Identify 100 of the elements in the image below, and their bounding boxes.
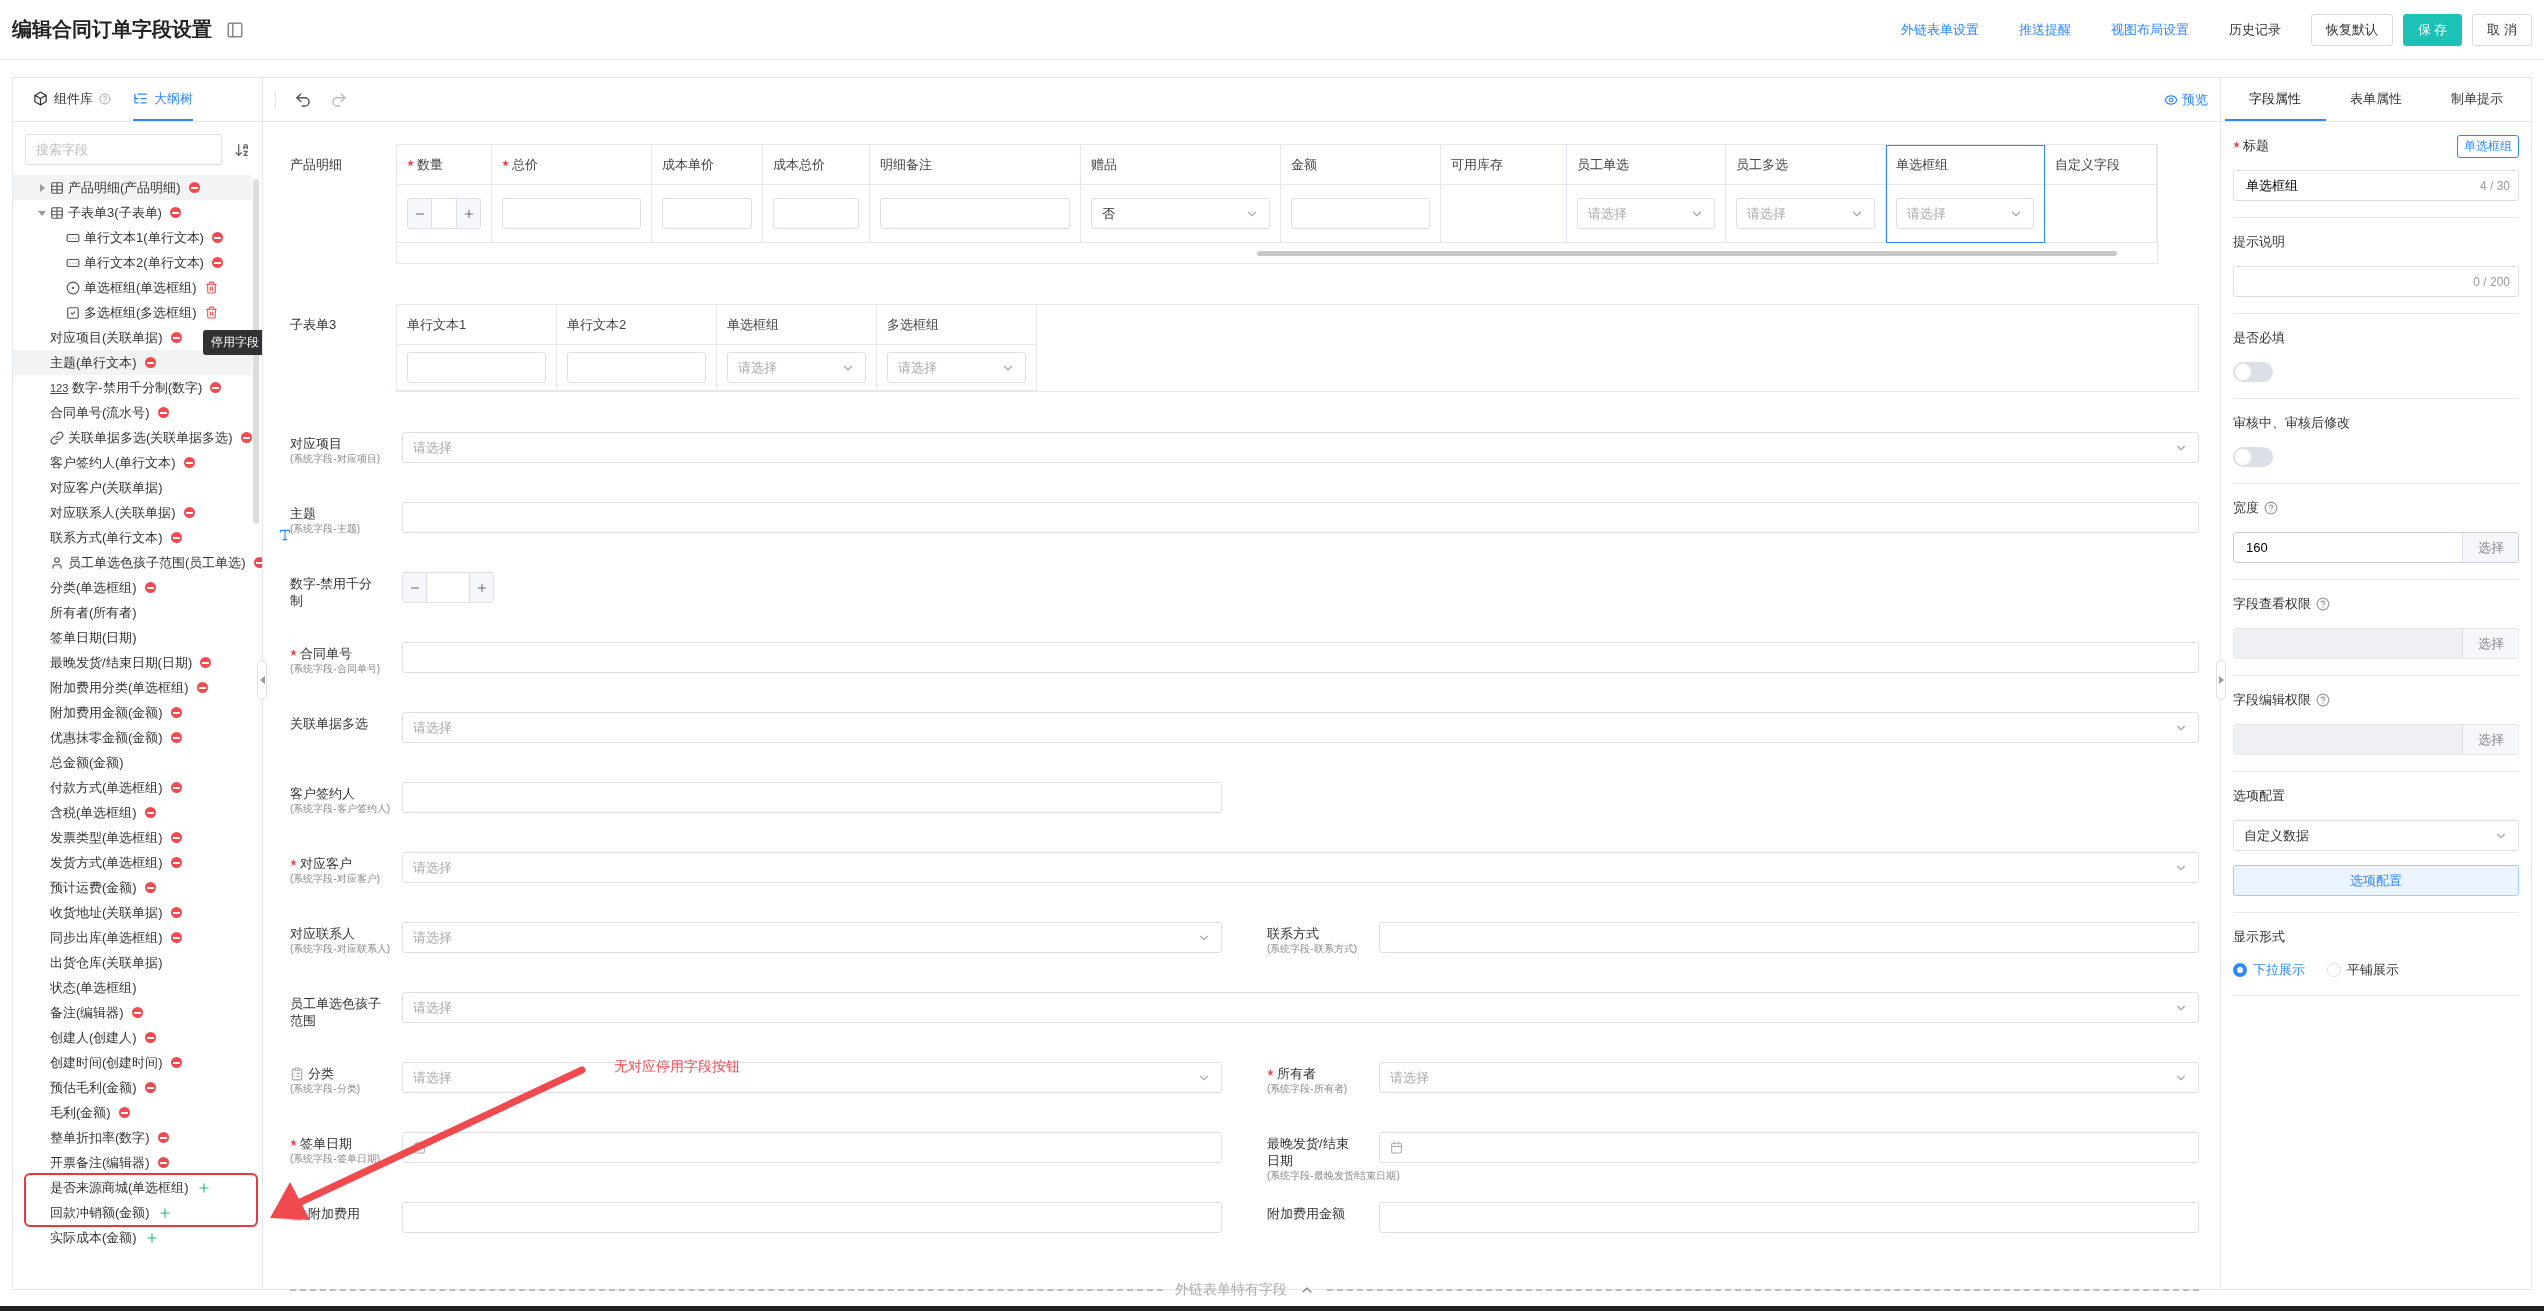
tree-item[interactable]: 附加费用分类(单选框组) — [13, 675, 252, 700]
trash-icon[interactable] — [204, 281, 218, 294]
table-column[interactable]: 单行文本2 — [557, 305, 717, 391]
table-column[interactable]: 总价 — [492, 145, 652, 243]
tree-item[interactable]: 单行文本2(单行文本) — [13, 250, 252, 275]
disable-icon[interactable] — [211, 232, 223, 243]
layout-icon[interactable] — [226, 20, 244, 39]
table-column[interactable]: 员工单选 请选择 — [1567, 145, 1726, 243]
disable-icon[interactable] — [253, 557, 262, 568]
disable-icon[interactable] — [170, 782, 182, 793]
tree-item[interactable]: 单选框组(单选框组) — [13, 275, 252, 300]
text-input[interactable] — [402, 502, 2199, 533]
text-input[interactable] — [402, 642, 2199, 673]
disable-icon[interactable] — [170, 857, 182, 868]
text-input[interactable] — [502, 198, 641, 229]
tree-item[interactable]: 123 数字-禁用千分制(数字) — [13, 375, 252, 400]
disable-icon[interactable] — [183, 507, 195, 518]
select-field[interactable]: 自定义数据 — [2233, 820, 2519, 851]
tree-item[interactable]: 子表单3(子表单) — [13, 200, 252, 225]
panel-tab[interactable]: 大纲树 — [133, 78, 193, 121]
trash-icon[interactable] — [204, 306, 218, 319]
text-input[interactable] — [407, 352, 546, 383]
text-field[interactable]: 160 选择 — [2233, 532, 2519, 563]
tree-item[interactable]: 备注(编辑器) — [13, 1000, 252, 1025]
table-column[interactable]: 成本总价 — [763, 145, 870, 243]
tree-item[interactable]: 含税(单选框组) — [13, 800, 252, 825]
table-column[interactable]: 自定义字段 — [2045, 145, 2157, 243]
panel-tab[interactable]: 字段属性 — [2225, 78, 2326, 121]
tree-item[interactable]: 所有者(所有者) — [13, 600, 252, 625]
tree-item[interactable]: 回款冲销额(金额) — [13, 1200, 252, 1225]
disable-icon[interactable] — [157, 1132, 169, 1143]
tree-item[interactable]: 实际成本(金额) — [13, 1225, 252, 1250]
disable-icon[interactable] — [118, 1107, 130, 1118]
tree-item[interactable]: 附加费用金额(金额) — [13, 700, 252, 725]
table-column[interactable]: 单选框组 请选择 — [1886, 145, 2045, 243]
increment-button[interactable] — [469, 573, 493, 602]
disable-icon[interactable] — [200, 657, 212, 668]
disable-icon[interactable] — [170, 907, 182, 918]
collapse-handle[interactable] — [2216, 660, 2226, 700]
disable-icon[interactable] — [170, 832, 182, 843]
decrement-button[interactable] — [403, 573, 427, 602]
table-column[interactable]: 数量 — [397, 145, 492, 243]
text-input[interactable] — [880, 198, 1070, 229]
history-link[interactable]: 历史记录 — [2228, 20, 2281, 39]
tree-item[interactable]: 预计运费(金额) — [13, 875, 252, 900]
text-input[interactable] — [1291, 198, 1430, 229]
tree-item[interactable]: 关联单据多选(关联单据多选) — [13, 425, 252, 450]
text-input[interactable] — [567, 352, 706, 383]
tree-item[interactable]: 对应客户(关联单据) — [13, 475, 252, 500]
tree-item[interactable]: 开票备注(编辑器) — [13, 1150, 252, 1175]
tree-item[interactable]: 对应联系人(关联单据) — [13, 500, 252, 525]
search-field[interactable]: 搜索字段 — [25, 134, 222, 165]
redo-icon[interactable] — [330, 90, 348, 109]
decrement-button[interactable] — [408, 199, 432, 228]
disable-icon[interactable] — [170, 1057, 182, 1068]
date-field[interactable] — [1379, 1132, 2199, 1163]
tree-item[interactable]: 出货仓库(关联单据) — [13, 950, 252, 975]
date-field[interactable] — [402, 1132, 1222, 1163]
tree-item[interactable]: 毛利(金额) — [13, 1100, 252, 1125]
header-link[interactable]: 视图布局设置 — [2110, 20, 2189, 39]
tree-item[interactable]: 同步出库(单选框组) — [13, 925, 252, 950]
panel-tab[interactable]: 表单属性 — [2325, 78, 2427, 121]
table-column[interactable]: 可用库存 — [1441, 145, 1567, 243]
radio-option[interactable]: 下拉展示 — [2233, 961, 2305, 979]
tree-item[interactable]: 签单日期(日期) — [13, 625, 252, 650]
disable-icon[interactable] — [170, 332, 182, 343]
tree-item[interactable]: 优惠抹零金额(金额) — [13, 725, 252, 750]
text-input[interactable] — [662, 198, 752, 229]
increment-button[interactable] — [456, 199, 480, 228]
tree-item[interactable]: 发票类型(单选框组) — [13, 825, 252, 850]
select-field[interactable]: 否 — [1091, 198, 1270, 229]
tree-item[interactable]: 付款方式(单选框组) — [13, 775, 252, 800]
table-column[interactable]: 多选框组 请选择 — [877, 305, 1037, 391]
disable-icon[interactable] — [157, 407, 169, 418]
text-input[interactable]: 160 — [2244, 533, 2462, 562]
tree-item[interactable]: 客户签约人(单行文本) — [13, 450, 252, 475]
disable-icon[interactable] — [170, 732, 182, 743]
disable-icon[interactable] — [210, 382, 222, 393]
preview-link[interactable]: 预览 — [2164, 90, 2208, 109]
tree-item[interactable]: 收货地址(关联单据) — [13, 900, 252, 925]
disable-icon[interactable] — [144, 357, 156, 368]
tree-item[interactable]: 预估毛利(金额) — [13, 1075, 252, 1100]
header-button[interactable]: 恢复默认 — [2310, 13, 2393, 46]
disable-icon[interactable] — [170, 932, 182, 943]
tree-item[interactable]: 总金额(金额) — [13, 750, 252, 775]
header-link[interactable]: 外链表单设置 — [1900, 20, 1979, 39]
header-button[interactable]: 取 消 — [2472, 13, 2532, 46]
tree-item[interactable]: 状态(单选框组) — [13, 975, 252, 1000]
header-link[interactable]: 推送提醒 — [2018, 20, 2071, 39]
disable-icon[interactable] — [144, 882, 156, 893]
disable-icon[interactable] — [183, 457, 195, 468]
collapse-handle[interactable] — [257, 660, 267, 700]
tree-item[interactable]: 分类(单选框组) — [13, 575, 252, 600]
undo-icon[interactable] — [294, 90, 312, 109]
caret-icon[interactable] — [38, 183, 46, 192]
tree-item[interactable]: 合同单号(流水号) — [13, 400, 252, 425]
disable-icon[interactable] — [144, 1082, 156, 1093]
disable-icon[interactable] — [188, 182, 200, 193]
disable-icon[interactable] — [170, 532, 182, 543]
table-column[interactable]: 成本单价 — [652, 145, 763, 243]
